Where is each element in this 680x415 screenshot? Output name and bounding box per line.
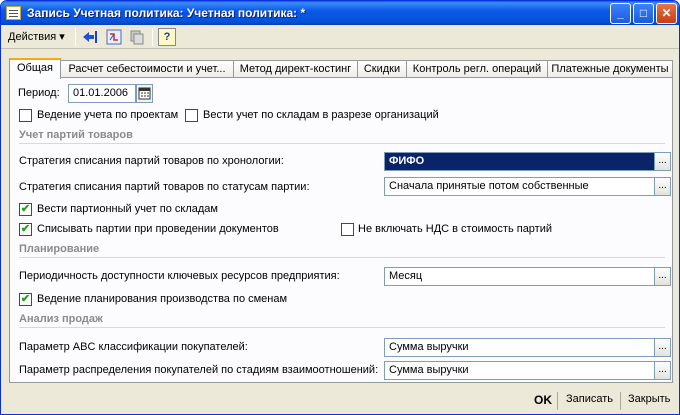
projects-checkbox[interactable]	[19, 109, 32, 122]
calendar-icon[interactable]	[136, 84, 153, 103]
maximize-button[interactable]: □	[633, 3, 654, 24]
abc-param-select-button[interactable]: ...	[654, 338, 671, 357]
actions-menu-button[interactable]: Действия ▾	[8, 30, 65, 43]
button-separator	[620, 392, 621, 410]
tab-direct-costing[interactable]: Метод директ-костинг	[233, 60, 358, 78]
title-bar[interactable]: Запись Учетная политика: Учетная политик…	[1, 1, 679, 25]
strategy-chrono-select-button[interactable]: ...	[654, 152, 671, 171]
strategy-chrono-label: Стратегия списания партий товаров по хро…	[19, 155, 284, 167]
section-title-sales: Анализ продаж	[19, 313, 103, 325]
shift-planning-checkbox-label: Ведение планирования производства по сме…	[37, 293, 288, 305]
toolbar-separator	[75, 28, 76, 46]
tab-panel-general: Период: 01.01.2006 Ведение учета по прое…	[9, 77, 673, 383]
tab-regl-control[interactable]: Контроль регл. операций	[406, 60, 548, 78]
periodicity-select-button[interactable]: ...	[654, 267, 671, 286]
batch-warehouse-checkbox-label: Вести партионный учет по складам	[37, 203, 218, 215]
section-title-planning: Планирование	[19, 243, 100, 255]
toolbar: Действия ▾ ?	[1, 25, 679, 49]
copy-icon[interactable]	[128, 28, 146, 46]
save-button[interactable]: Записать	[566, 393, 613, 405]
exclude-vat-checkbox[interactable]	[341, 223, 354, 236]
ok-button[interactable]: OK	[534, 393, 552, 407]
batch-warehouse-checkbox[interactable]: ✔	[19, 203, 32, 216]
abc-param-label: Параметр ABC классификации покупателей:	[19, 341, 248, 353]
tab-bar: Общая Расчет себестоимости и учет... Мет…	[9, 58, 673, 79]
section-divider	[19, 257, 665, 258]
document-icon	[6, 6, 21, 20]
warehouses-by-org-checkbox-label: Вести учет по складам в разрезе организа…	[203, 109, 439, 121]
toolbar-separator	[152, 28, 153, 46]
writeoff-checkbox[interactable]: ✔	[19, 223, 32, 236]
strategy-status-label: Стратегия списания партий товаров по ста…	[19, 181, 310, 193]
period-input[interactable]: 01.01.2006	[68, 84, 136, 103]
tab-payment-docs[interactable]: Платежные документы	[547, 60, 673, 78]
projects-checkbox-label: Ведение учета по проектам	[37, 109, 179, 121]
stages-param-select-button[interactable]: ...	[654, 361, 671, 380]
bottom-button-bar: OK Записать Закрыть	[1, 388, 679, 414]
warehouses-by-org-checkbox[interactable]	[185, 109, 198, 122]
writeoff-checkbox-label: Списывать партии при проведении документ…	[37, 223, 279, 235]
window-title: Запись Учетная политика: Учетная политик…	[27, 6, 306, 20]
stages-param-label: Параметр распределения покупателей по ст…	[19, 364, 379, 376]
help-icon[interactable]: ?	[158, 28, 176, 46]
section-divider	[19, 143, 665, 144]
abc-param-field[interactable]: Сумма выручки	[384, 338, 655, 357]
minimize-button[interactable]: _	[610, 3, 631, 24]
dialog-window: Запись Учетная политика: Учетная политик…	[0, 0, 680, 415]
tab-general[interactable]: Общая	[9, 58, 61, 79]
strategy-status-field[interactable]: Сначала принятые потом собственные	[384, 177, 655, 196]
structure-icon[interactable]	[105, 28, 123, 46]
back-arrow-icon[interactable]	[81, 28, 99, 46]
strategy-chrono-field[interactable]: ФИФО	[384, 152, 655, 171]
button-separator	[557, 392, 558, 410]
shift-planning-checkbox[interactable]: ✔	[19, 293, 32, 306]
periodicity-field[interactable]: Месяц	[384, 267, 655, 286]
period-label: Период:	[18, 87, 60, 99]
tab-costing[interactable]: Расчет себестоимости и учет...	[60, 60, 234, 78]
exclude-vat-checkbox-label: Не включать НДС в стоимость партий	[358, 223, 553, 235]
close-window-button[interactable]: ✕	[656, 3, 677, 24]
section-divider	[19, 327, 665, 328]
stages-param-field[interactable]: Сумма выручки	[384, 361, 655, 380]
section-title-batches: Учет партий товаров	[19, 129, 133, 141]
close-button[interactable]: Закрыть	[628, 393, 670, 405]
tab-discounts[interactable]: Скидки	[357, 60, 407, 78]
strategy-status-select-button[interactable]: ...	[654, 177, 671, 196]
periodicity-label: Периодичность доступности ключевых ресур…	[19, 270, 340, 282]
